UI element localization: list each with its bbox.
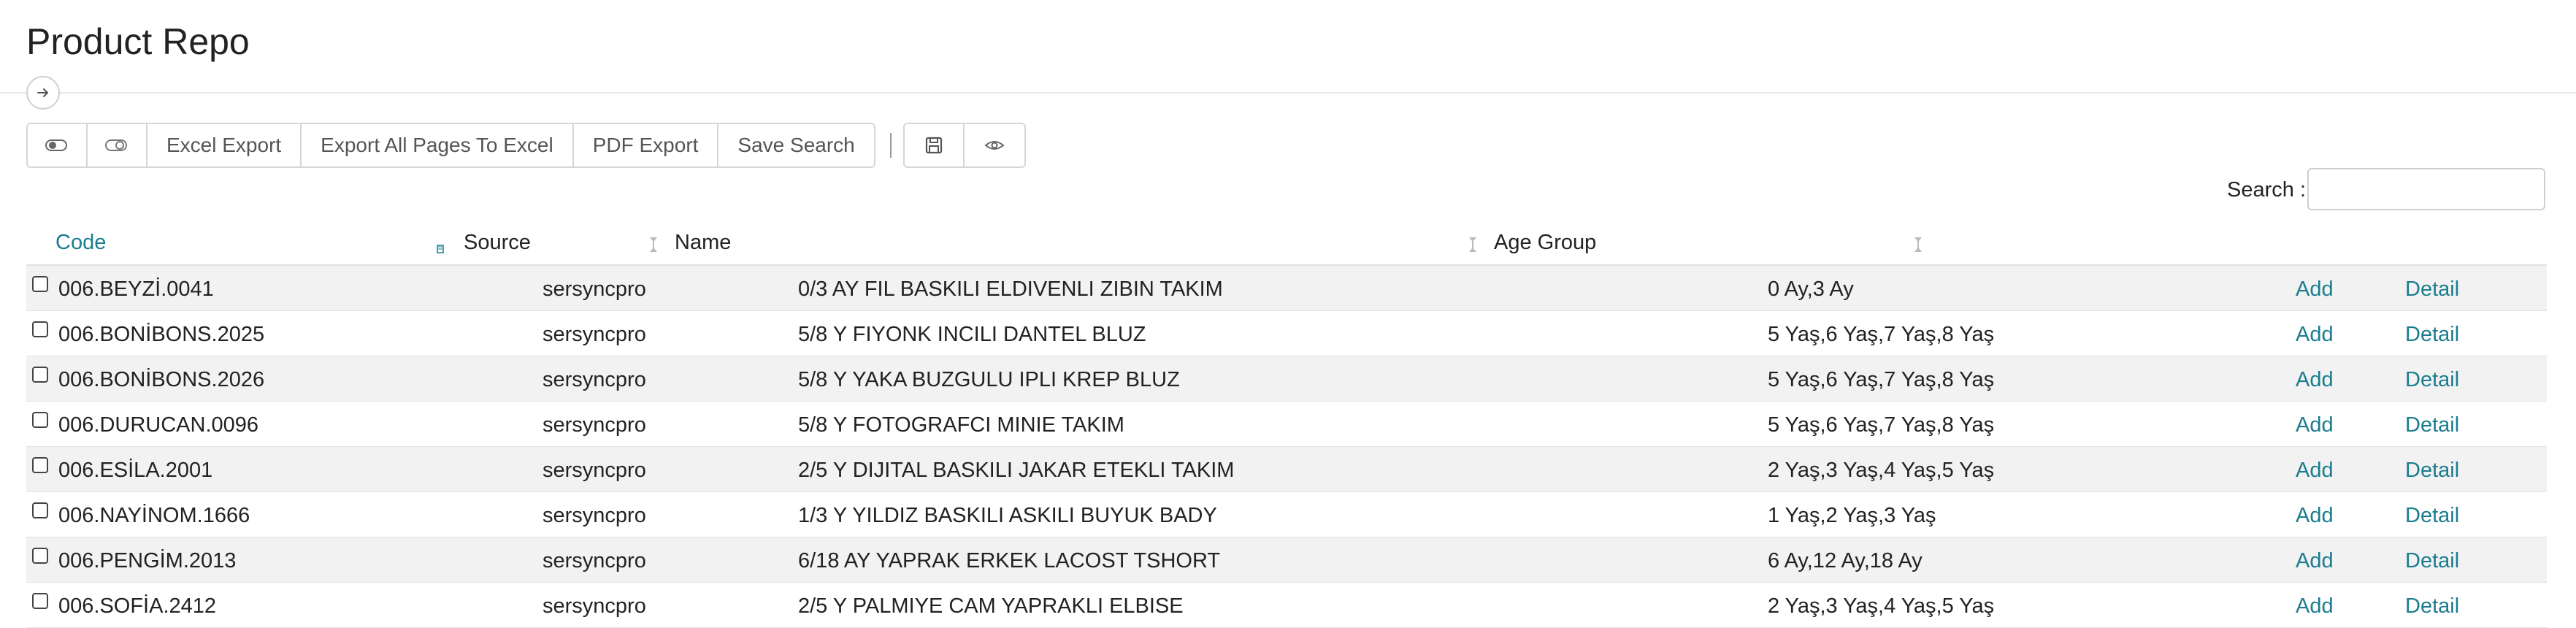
cell-name: 6/18 AY YAPRAK ERKEK LACOST TSHORT <box>798 549 1221 573</box>
cell-source: sersyncpro <box>543 504 646 527</box>
add-link[interactable]: Add <box>2296 594 2334 619</box>
table-row[interactable]: 006.BONİBONS.2026 sersyncpro 5/8 Y YAKA BU… <box>26 356 2547 402</box>
cell-code: 006.BONİBONS.2025 <box>58 323 265 346</box>
toggle-on-button[interactable] <box>28 124 88 166</box>
cell-code: 006.NAYİNOM.1666 <box>58 504 250 527</box>
detail-link[interactable]: Detail <box>2405 594 2459 619</box>
row-checkbox[interactable] <box>32 367 48 383</box>
detail-link[interactable]: Detail <box>2405 459 2459 483</box>
search-label: Search : <box>2227 178 2306 202</box>
search-input[interactable] <box>2307 168 2545 210</box>
column-header-age-group[interactable]: Age Group <box>1494 231 1596 255</box>
detail-link[interactable]: Detail <box>2405 413 2459 437</box>
row-checkbox[interactable] <box>32 412 48 428</box>
detail-link[interactable]: Detail <box>2405 277 2459 302</box>
add-link[interactable]: Add <box>2296 504 2334 528</box>
cell-code: 006.BONİBONS.2026 <box>58 368 265 391</box>
detail-link[interactable]: Detail <box>2405 368 2459 392</box>
cell-source: sersyncpro <box>543 459 646 482</box>
add-link[interactable]: Add <box>2296 459 2334 483</box>
cell-source: sersyncpro <box>543 594 646 618</box>
export-all-pages-button[interactable]: Export All Pages To Excel <box>302 124 574 166</box>
cell-name: 5/8 Y YAKA BUZGULU IPLI KREP BLUZ <box>798 368 1180 391</box>
product-table: Code Source Name Age Group 006.BEYZİ.004… <box>26 219 2547 628</box>
eye-icon <box>984 141 1005 150</box>
column-header-source[interactable]: Source <box>464 231 531 255</box>
detail-link[interactable]: Detail <box>2405 549 2459 573</box>
cell-source: sersyncpro <box>543 368 646 391</box>
cell-code: 006.SOFİA.2412 <box>58 594 217 618</box>
toggle-off-icon <box>105 139 127 151</box>
cell-age-group: 5 Yaş,6 Yaş,7 Yaş,8 Yaş <box>1768 323 1995 346</box>
table-header: Code Source Name Age Group <box>26 219 2547 266</box>
cell-age-group: 5 Yaş,6 Yaş,7 Yaş,8 Yaş <box>1768 368 1995 391</box>
excel-export-button[interactable]: Excel Export <box>147 124 302 166</box>
row-checkbox[interactable] <box>32 502 48 518</box>
save-button[interactable] <box>904 124 965 166</box>
table-row[interactable]: 006.BONİBONS.2025 sersyncpro 5/8 Y FIYONK … <box>26 311 2547 356</box>
column-header-code[interactable]: Code <box>55 231 106 255</box>
cell-source: sersyncpro <box>543 413 646 437</box>
table-row[interactable]: 006.NAYİNOM.1666 sersyncpro 1/3 Y YILDIZ B… <box>26 492 2547 537</box>
cell-name: 5/8 Y FIYONK INCILI DANTEL BLUZ <box>798 323 1146 346</box>
cell-code: 006.DURUCAN.0096 <box>58 413 259 437</box>
column-resize-icon[interactable] <box>648 235 659 254</box>
row-checkbox[interactable] <box>32 321 48 337</box>
add-link[interactable]: Add <box>2296 549 2334 573</box>
table-body: 006.BEYZİ.0041 sersyncpro 0/3 AY FIL BASKI… <box>26 266 2547 628</box>
cell-name: 2/5 Y DIJITAL BASKILI JAKAR ETEKLI TAKIM <box>798 459 1235 482</box>
cell-age-group: 6 Ay,12 Ay,18 Ay <box>1768 549 1923 573</box>
page-title: Product Repo <box>26 21 250 62</box>
cell-age-group: 2 Yaş,3 Yaş,4 Yaş,5 Yaş <box>1768 594 1995 618</box>
row-checkbox[interactable] <box>32 457 48 473</box>
cell-name: 1/3 Y YILDIZ BASKILI ASKILI BUYUK BADY <box>798 504 1217 527</box>
table-row[interactable]: 006.ESİLA.2001 sersyncpro 2/5 Y DIJITAL BA… <box>26 447 2547 492</box>
table-row[interactable]: 006.BEYZİ.0041 sersyncpro 0/3 AY FIL BASKI… <box>26 266 2547 311</box>
table-row[interactable]: 006.SOFİA.2412 sersyncpro 2/5 Y PALMIYE CA… <box>26 583 2547 628</box>
cell-age-group: 1 Yaş,2 Yaş,3 Yaş <box>1768 504 1936 527</box>
add-link[interactable]: Add <box>2296 323 2334 347</box>
cell-age-group: 5 Yaş,6 Yaş,7 Yaş,8 Yaş <box>1768 413 1995 437</box>
cell-source: sersyncpro <box>543 549 646 573</box>
cell-code: 006.ESİLA.2001 <box>58 459 213 482</box>
add-link[interactable]: Add <box>2296 368 2334 392</box>
cell-age-group: 0 Ay,3 Ay <box>1768 277 1854 301</box>
toolbar-separator <box>889 133 892 158</box>
add-link[interactable]: Add <box>2296 277 2334 302</box>
toggle-on-icon <box>45 139 67 151</box>
view-button-group <box>902 123 1026 168</box>
header-divider <box>0 92 2576 93</box>
pdf-export-button[interactable]: PDF Export <box>573 124 719 166</box>
table-row[interactable]: 006.DURUCAN.0096 sersyncpro 5/8 Y FOTOGRAF… <box>26 402 2547 447</box>
toolbar: Excel Export Export All Pages To Excel P… <box>26 123 1026 168</box>
row-checkbox[interactable] <box>32 548 48 564</box>
cell-age-group: 2 Yaş,3 Yaş,4 Yaş,5 Yaş <box>1768 459 1995 482</box>
cell-source: sersyncpro <box>543 277 646 301</box>
table-row[interactable]: 006.PENGİM.2013 sersyncpro 6/18 AY YAPRAK … <box>26 537 2547 583</box>
arrow-right-icon <box>37 88 48 97</box>
cell-code: 006.BEYZİ.0041 <box>58 277 214 301</box>
cell-code: 006.PENGİM.2013 <box>58 549 237 573</box>
expand-arrow-button[interactable] <box>26 76 60 110</box>
column-header-name[interactable]: Name <box>675 231 731 255</box>
toggle-off-button[interactable] <box>88 124 147 166</box>
cell-name: 5/8 Y FOTOGRAFCI MINIE TAKIM <box>798 413 1124 437</box>
save-search-button[interactable]: Save Search <box>718 124 874 166</box>
view-button[interactable] <box>964 124 1024 166</box>
cell-name: 0/3 AY FIL BASKILI ELDIVENLI ZIBIN TAKIM <box>798 277 1223 301</box>
detail-link[interactable]: Detail <box>2405 504 2459 528</box>
column-resize-icon[interactable] <box>1468 235 1478 254</box>
cell-name: 2/5 Y PALMIYE CAM YAPRAKLI ELBISE <box>798 594 1184 618</box>
add-link[interactable]: Add <box>2296 413 2334 437</box>
cell-source: sersyncpro <box>543 323 646 346</box>
row-checkbox[interactable] <box>32 276 48 292</box>
floppy-disk-icon <box>925 137 942 154</box>
column-resize-icon[interactable] <box>1913 235 1923 254</box>
detail-link[interactable]: Detail <box>2405 323 2459 347</box>
row-checkbox[interactable] <box>32 593 48 609</box>
export-button-group: Excel Export Export All Pages To Excel P… <box>26 123 875 168</box>
sort-active-icon[interactable] <box>435 235 445 254</box>
